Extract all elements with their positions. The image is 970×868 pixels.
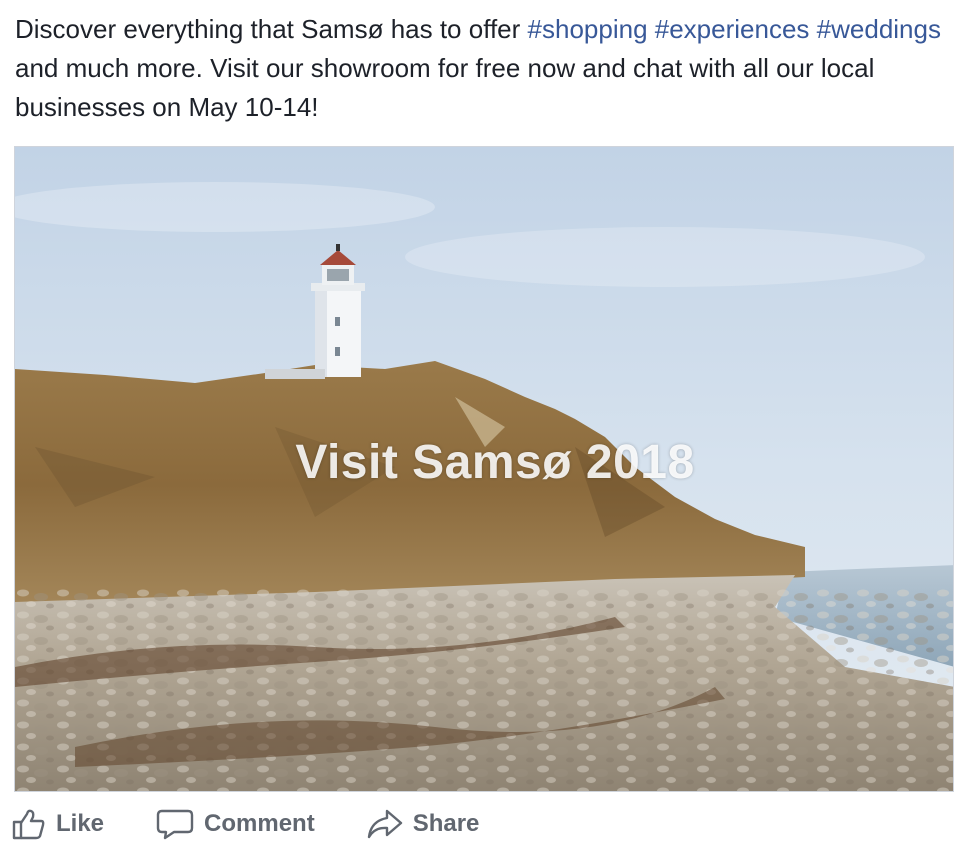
thumbs-up-icon bbox=[12, 808, 46, 840]
post-actions-bar: Like Comment Share bbox=[12, 808, 531, 840]
hashtag-weddings[interactable]: #weddings bbox=[817, 14, 941, 44]
hashtag-shopping[interactable]: #shopping bbox=[528, 14, 648, 44]
hashtag-experiences[interactable]: #experiences bbox=[655, 14, 810, 44]
comment-button[interactable]: Comment bbox=[156, 808, 315, 840]
post-text-body: and much more. Visit our showroom for fr… bbox=[15, 53, 875, 122]
share-button[interactable]: Share bbox=[367, 808, 480, 840]
comment-label: Comment bbox=[204, 810, 315, 837]
like-button[interactable]: Like bbox=[12, 808, 104, 840]
post-text-intro: Discover everything that Samsø has to of… bbox=[15, 14, 528, 44]
post-photo[interactable]: Visit Samsø 2018 bbox=[14, 146, 954, 792]
like-label: Like bbox=[56, 810, 105, 837]
share-arrow-icon bbox=[367, 808, 403, 840]
speech-bubble-icon bbox=[156, 808, 194, 840]
post-message: Discover everything that Samsø has to of… bbox=[15, 10, 945, 127]
photo-overlay-title: Visit Samsø 2018 bbox=[295, 436, 695, 489]
share-label: Share bbox=[412, 810, 480, 837]
